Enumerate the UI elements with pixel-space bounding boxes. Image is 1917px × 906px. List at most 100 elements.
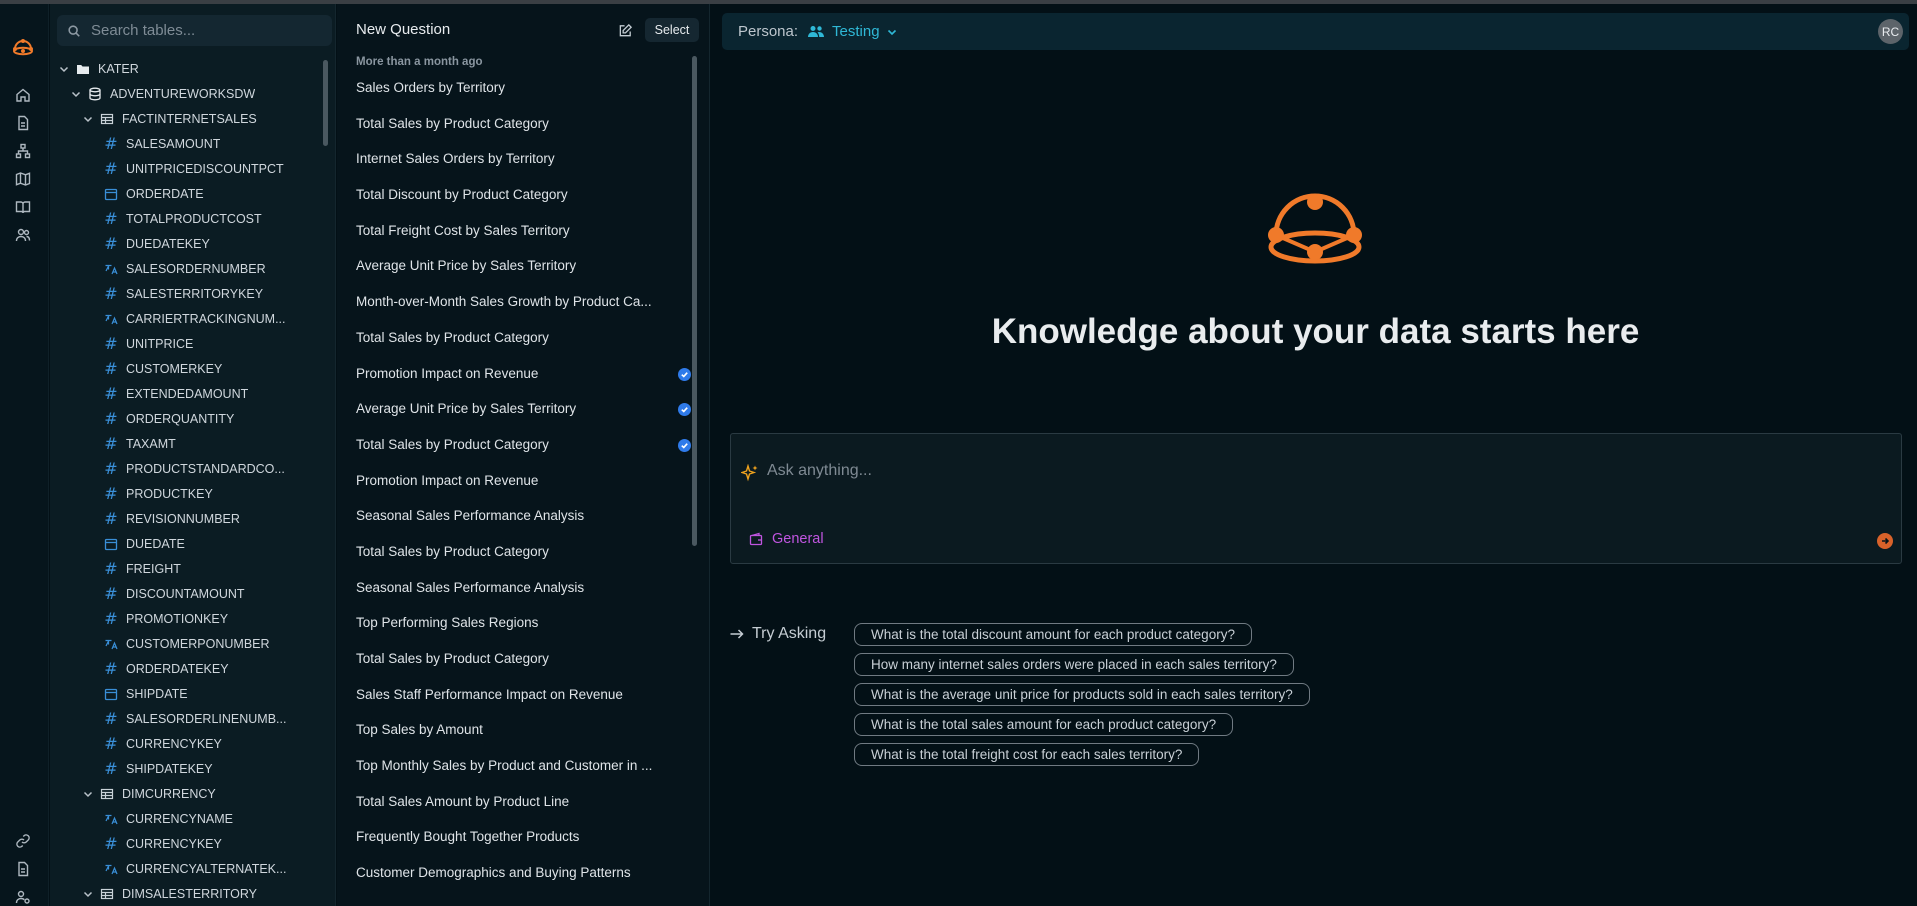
- tree-row-number[interactable]: # UNITPRICE: [50, 331, 320, 356]
- ask-box[interactable]: General: [730, 433, 1902, 564]
- suggestion-chip[interactable]: What is the total sales amount for each …: [854, 713, 1234, 736]
- tree-row-number[interactable]: # SHIPDATEKEY: [50, 756, 320, 781]
- tree-row-number[interactable]: # TAXAMT: [50, 431, 320, 456]
- logo-icon: [1268, 193, 1362, 264]
- question-item[interactable]: Promotion Impact on Revenue: [356, 473, 691, 509]
- tree-row-number[interactable]: # DISCOUNTAMOUNT: [50, 581, 320, 606]
- logo-icon[interactable]: [11, 36, 35, 60]
- tree-row-number[interactable]: # CURRENCYKEY: [50, 731, 320, 756]
- tree-row-text[interactable]: CURRENCYNAME: [50, 806, 320, 831]
- question-item[interactable]: Customer Demographics and Buying Pattern…: [356, 865, 691, 901]
- question-item[interactable]: Total Sales by Product Category: [356, 544, 691, 580]
- select-button[interactable]: Select: [645, 18, 699, 42]
- question-item[interactable]: Top Sales by Amount: [356, 722, 691, 758]
- number-icon: #: [104, 758, 118, 778]
- question-item[interactable]: Sales Orders by Territory: [356, 80, 691, 116]
- tree-row-table[interactable]: DIMSALESTERRITORY: [50, 881, 320, 906]
- tree-row-number[interactable]: # SALESORDERLINENUMB...: [50, 706, 320, 731]
- chevron-down-icon[interactable]: [70, 88, 82, 100]
- tree-row-number[interactable]: # DUEDATEKEY: [50, 231, 320, 256]
- link-icon[interactable]: [14, 832, 32, 850]
- tree-row-number[interactable]: # UNITPRICEDISCOUNTPCT: [50, 156, 320, 181]
- home-icon[interactable]: [14, 86, 32, 104]
- suggestion-chip[interactable]: What is the average unit price for produ…: [854, 683, 1310, 706]
- question-item[interactable]: Total Discount by Product Category: [356, 187, 691, 223]
- tree-row-text[interactable]: CURRENCYALTERNATEK...: [50, 856, 320, 881]
- tree-row-label: CURRENCYALTERNATEK...: [126, 861, 287, 876]
- user-settings-icon[interactable]: [14, 888, 32, 906]
- tree-row-number[interactable]: # FREIGHT: [50, 556, 320, 581]
- book-icon[interactable]: [14, 198, 32, 216]
- search-tables-input[interactable]: [91, 22, 311, 39]
- question-item[interactable]: Total Sales by Product Category: [356, 437, 691, 473]
- question-item[interactable]: Top Monthly Sales by Product and Custome…: [356, 758, 691, 794]
- question-item[interactable]: Total Sales by Product Category: [356, 116, 691, 152]
- number-icon: #: [104, 658, 118, 678]
- tree-scrollbar[interactable]: [323, 60, 328, 146]
- tree-row-number[interactable]: # ORDERDATEKEY: [50, 656, 320, 681]
- context-selector[interactable]: General: [749, 531, 824, 547]
- persona-select[interactable]: Testing: [832, 23, 880, 40]
- tree-row-number[interactable]: # PROMOTIONKEY: [50, 606, 320, 631]
- question-item[interactable]: Internet Sales Orders by Territory: [356, 151, 691, 187]
- question-item[interactable]: Sales Staff Performance Impact on Revenu…: [356, 687, 691, 723]
- tree-search-box[interactable]: [57, 15, 332, 46]
- chevron-down-icon[interactable]: [58, 63, 70, 75]
- question-item[interactable]: Month-over-Month Sales Growth by Product…: [356, 294, 691, 330]
- tree-row-number[interactable]: # SALESTERRITORYKEY: [50, 281, 320, 306]
- tree-row-table[interactable]: FACTINTERNETSALES: [50, 106, 320, 131]
- tree-row-text[interactable]: SALESORDERNUMBER: [50, 256, 320, 281]
- ask-input[interactable]: [767, 462, 1767, 480]
- new-question-title[interactable]: New Question: [356, 21, 450, 38]
- tree-row-number[interactable]: # TOTALPRODUCTCOST: [50, 206, 320, 231]
- question-item[interactable]: Total Sales by Product Category: [356, 330, 691, 366]
- question-item[interactable]: Average Unit Price by Sales Territory: [356, 258, 691, 294]
- document-icon[interactable]: [14, 114, 32, 132]
- tree-row-date[interactable]: DUEDATE: [50, 531, 320, 556]
- question-item[interactable]: Total Sales Amount by Product Line: [356, 794, 691, 830]
- tree-row-date[interactable]: ORDERDATE: [50, 181, 320, 206]
- suggestion-chip[interactable]: What is the total discount amount for ea…: [854, 623, 1252, 646]
- suggestion-chip[interactable]: How many internet sales orders were plac…: [854, 653, 1294, 676]
- question-item[interactable]: Seasonal Sales Performance Analysis: [356, 508, 691, 544]
- tree-rows: KATER ADVENTUREWORKSDW FACTINTERNETSALES # S…: [50, 56, 320, 906]
- edit-icon[interactable]: [616, 21, 634, 39]
- question-item[interactable]: Average Unit Price by Sales Territory: [356, 401, 691, 437]
- tree-row-number[interactable]: # ORDERQUANTITY: [50, 406, 320, 431]
- tree-row-number[interactable]: # EXTENDEDAMOUNT: [50, 381, 320, 406]
- tree-row-text[interactable]: CUSTOMERPONUMBER: [50, 631, 320, 656]
- number-icon: #: [104, 133, 118, 153]
- send-button[interactable]: [1877, 533, 1893, 549]
- question-item[interactable]: Top Performing Sales Regions: [356, 615, 691, 651]
- tree-row-number[interactable]: # CURRENCYKEY: [50, 831, 320, 856]
- chevron-down-icon[interactable]: [82, 888, 94, 900]
- try-asking-label: Try Asking: [752, 625, 827, 642]
- question-item[interactable]: Total Sales by Product Category: [356, 651, 691, 687]
- question-item[interactable]: Total Freight Cost by Sales Territory: [356, 223, 691, 259]
- suggestion-chip[interactable]: What is the total freight cost for each …: [854, 743, 1200, 766]
- file-icon[interactable]: [14, 860, 32, 878]
- question-item[interactable]: Frequently Bought Together Products: [356, 829, 691, 865]
- chevron-down-icon[interactable]: [82, 113, 94, 125]
- tree-row-number[interactable]: # PRODUCTKEY: [50, 481, 320, 506]
- avatar[interactable]: RC: [1878, 19, 1903, 44]
- tree-row-number[interactable]: # CUSTOMERKEY: [50, 356, 320, 381]
- tree-row-database[interactable]: ADVENTUREWORKSDW: [50, 81, 320, 106]
- hierarchy-icon[interactable]: [14, 142, 32, 160]
- chevron-down-icon[interactable]: [886, 26, 898, 38]
- tree-row-folder[interactable]: KATER: [50, 56, 320, 81]
- tree-row-number[interactable]: # PRODUCTSTANDARDCO...: [50, 456, 320, 481]
- question-item[interactable]: Promotion Impact on Revenue: [356, 366, 691, 402]
- users-icon[interactable]: [14, 226, 32, 244]
- question-item[interactable]: Seasonal Sales Performance Analysis: [356, 580, 691, 616]
- tree-row-date[interactable]: SHIPDATE: [50, 681, 320, 706]
- chevron-down-icon[interactable]: [82, 788, 94, 800]
- map-icon[interactable]: [14, 170, 32, 188]
- tree-row-label: UNITPRICE: [126, 336, 194, 351]
- tree-row-text[interactable]: CARRIERTRACKINGNUM...: [50, 306, 320, 331]
- tree-row-number[interactable]: # REVISIONNUMBER: [50, 506, 320, 531]
- tree-row-table[interactable]: DIMCURRENCY: [50, 781, 320, 806]
- tree-row-number[interactable]: # SALESAMOUNT: [50, 131, 320, 156]
- question-list-scrollbar[interactable]: [692, 56, 697, 546]
- text-icon: [104, 312, 118, 326]
